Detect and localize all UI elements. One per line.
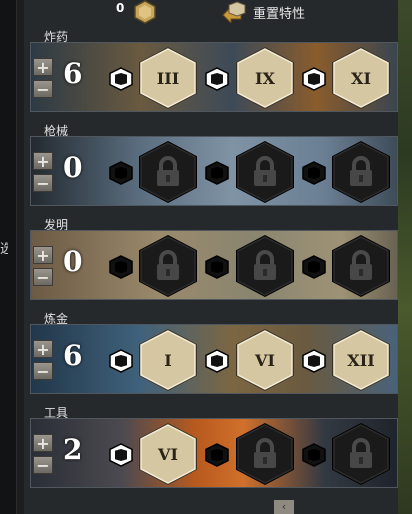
trait-numeral: VI	[255, 350, 275, 370]
major-trait-locked[interactable]	[331, 234, 391, 298]
line-points: 6	[63, 339, 83, 372]
available-points: 0	[116, 1, 125, 15]
trait-numeral: I	[164, 350, 172, 370]
minor-trait-hex	[109, 67, 133, 91]
major-trait-locked[interactable]	[235, 140, 295, 204]
collapse-chevron-icon[interactable]: ‹	[274, 500, 294, 514]
major-trait-selected[interactable]: XII	[331, 328, 391, 392]
major-trait-locked[interactable]	[331, 422, 391, 486]
major-trait-locked[interactable]	[138, 140, 198, 204]
minor-trait-hex	[205, 67, 229, 91]
reset-arrow-icon	[222, 1, 246, 23]
trait-numeral: XII	[347, 350, 375, 370]
reset-traits-button[interactable]: 重置特性	[219, 0, 305, 24]
major-trait-locked[interactable]	[235, 422, 295, 486]
minor-trait-hex	[109, 161, 133, 185]
minor-trait-hex	[302, 67, 326, 91]
major-trait-selected[interactable]: VI	[235, 328, 295, 392]
lock-icon	[251, 156, 279, 188]
trait-numeral: VI	[158, 444, 178, 464]
line-points: 2	[63, 433, 83, 466]
trait-numeral: IX	[255, 68, 275, 88]
major-trait-locked[interactable]	[331, 140, 391, 204]
major-trait-selected[interactable]: III	[138, 46, 198, 110]
side-panel-clipped-text: 选	[0, 242, 8, 257]
specialization-line: + −2 VI	[30, 418, 398, 488]
minor-trait-hex	[205, 161, 229, 185]
line-points: 0	[63, 151, 83, 184]
major-trait-locked[interactable]	[138, 234, 198, 298]
specialization-line: + −6 I VI XII	[30, 324, 398, 394]
add-point-button[interactable]: +	[33, 434, 53, 452]
minor-trait-hex	[302, 161, 326, 185]
trait-point-hex-icon	[134, 0, 156, 24]
minor-trait-hex	[205, 255, 229, 279]
add-point-button[interactable]: +	[33, 152, 53, 170]
major-trait-selected[interactable]: IX	[235, 46, 295, 110]
specialization-line: + −6 III IX XI	[30, 42, 398, 112]
remove-point-button[interactable]: −	[33, 268, 53, 286]
minor-trait-hex	[109, 349, 133, 373]
specialization-line: + −0	[30, 136, 398, 206]
lock-icon	[251, 438, 279, 470]
minor-trait-hex	[205, 349, 229, 373]
add-point-button[interactable]: +	[33, 246, 53, 264]
traits-header: 0 重置特性	[0, 0, 412, 26]
add-point-button[interactable]: +	[33, 340, 53, 358]
lock-icon	[347, 156, 375, 188]
side-panel-edge: 选	[0, 0, 17, 514]
major-trait-selected[interactable]: XI	[331, 46, 391, 110]
specialization-line: + −0	[30, 230, 398, 300]
minor-trait-hex	[109, 443, 133, 467]
remove-point-button[interactable]: −	[33, 174, 53, 192]
minor-trait-hex	[302, 255, 326, 279]
major-trait-selected[interactable]: VI	[138, 422, 198, 486]
lock-icon	[347, 250, 375, 282]
major-trait-locked[interactable]	[235, 234, 295, 298]
minor-trait-hex	[205, 443, 229, 467]
minor-trait-hex	[302, 349, 326, 373]
trait-numeral: III	[156, 68, 180, 88]
remove-point-button[interactable]: −	[33, 362, 53, 380]
add-point-button[interactable]: +	[33, 58, 53, 76]
lock-icon	[251, 250, 279, 282]
minor-trait-hex	[109, 255, 133, 279]
lock-icon	[154, 156, 182, 188]
lock-icon	[154, 250, 182, 282]
line-points: 6	[63, 57, 83, 90]
reset-traits-label: 重置特性	[253, 6, 306, 22]
minor-trait-hex	[302, 443, 326, 467]
remove-point-button[interactable]: −	[33, 456, 53, 474]
line-points: 0	[63, 245, 83, 278]
major-trait-selected[interactable]: I	[138, 328, 198, 392]
trait-numeral: XI	[351, 68, 371, 88]
remove-point-button[interactable]: −	[33, 80, 53, 98]
lock-icon	[347, 438, 375, 470]
